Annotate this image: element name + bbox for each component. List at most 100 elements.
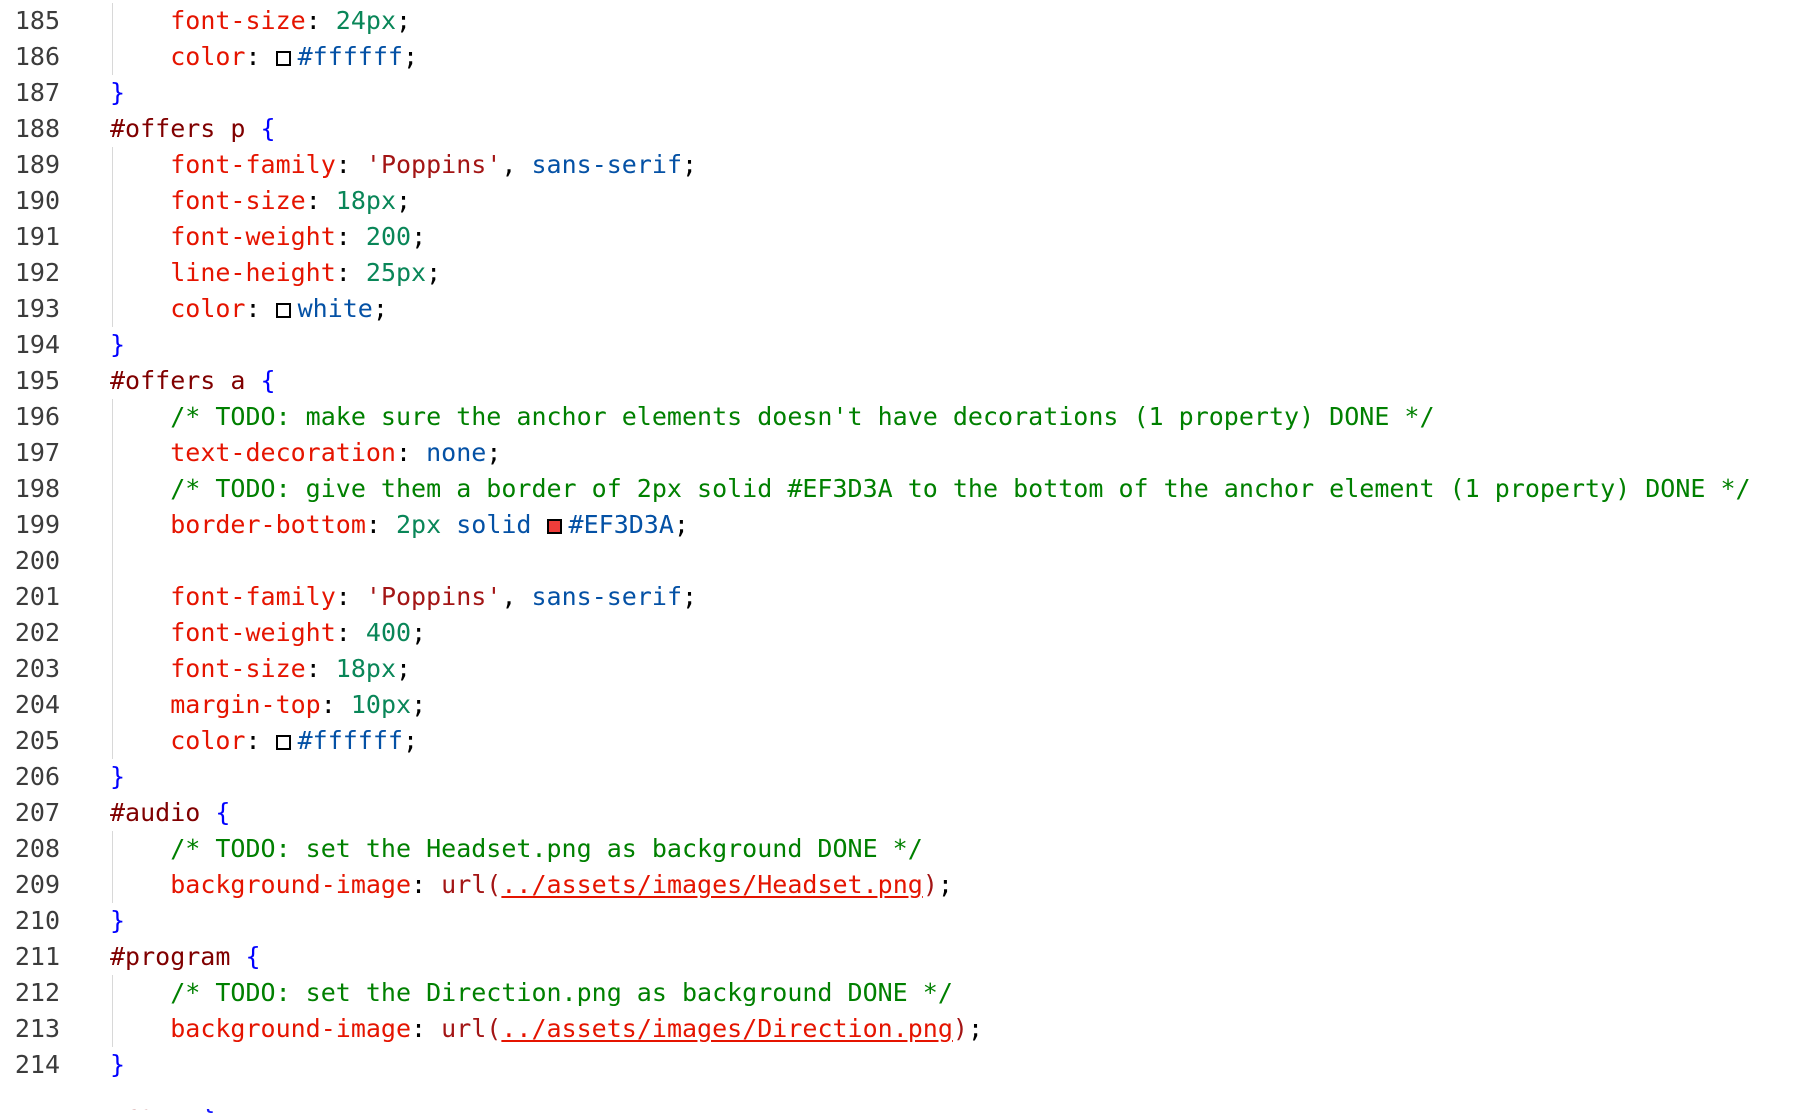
punctuation: : <box>305 186 336 215</box>
line-number: 190 <box>14 186 60 215</box>
code-text: } <box>110 903 125 939</box>
brace: { <box>260 366 276 395</box>
number-value: 400 <box>365 618 412 647</box>
brace: } <box>110 330 126 359</box>
code-line[interactable]: 189 font-family: 'Poppins', sans-serif; <box>0 147 1796 183</box>
css-property: text-decoration <box>170 438 396 467</box>
code-line[interactable]: 214} <box>0 1047 1796 1083</box>
brace: { <box>215 798 231 827</box>
code-text: background-image: url(../assets/images/D… <box>110 1011 983 1047</box>
code-line[interactable]: 198 /* TODO: give them a border of 2px s… <box>0 471 1796 507</box>
code-text: font-weight: 200; <box>110 219 426 255</box>
code-line[interactable]: 191 font-weight: 200; <box>0 219 1796 255</box>
punctuation: ; <box>682 150 698 179</box>
brace: } <box>110 78 126 107</box>
code-text: font-weight: 400; <box>110 615 426 651</box>
code-line[interactable]: 192 line-height: 25px; <box>0 255 1796 291</box>
url-function: ) <box>922 870 938 899</box>
line-number: 204 <box>14 690 60 719</box>
code-line[interactable]: 208 /* TODO: set the Headset.png as back… <box>0 831 1796 867</box>
css-selector: #offers p <box>110 114 261 143</box>
code-line[interactable]: 212 /* TODO: set the Direction.png as ba… <box>0 975 1796 1011</box>
url-function: ) <box>952 1014 968 1043</box>
code-line[interactable]: 187} <box>0 75 1796 111</box>
code-text <box>110 543 170 579</box>
line-number: 200 <box>14 546 60 575</box>
code-line[interactable]: 188 #offers p { <box>0 111 1796 147</box>
code-line[interactable]: 199 border-bottom: 2px solid #EF3D3A; <box>0 507 1796 543</box>
code-line[interactable]: 204 margin-top: 10px; <box>0 687 1796 723</box>
code-line[interactable]: 190 font-size: 18px; <box>0 183 1796 219</box>
keyword-value: none <box>426 438 487 467</box>
punctuation: : <box>396 438 427 467</box>
line-number: 203 <box>14 654 60 683</box>
code-line[interactable]: 197 text-decoration: none; <box>0 435 1796 471</box>
comment: /* TODO: set the Headset.png as backgrou… <box>170 834 923 863</box>
line-number: 187 <box>14 78 60 107</box>
string-value: 'Poppins' <box>365 150 502 179</box>
code-line[interactable]: 194} <box>0 327 1796 363</box>
code-text: margin-top: 10px; <box>110 687 426 723</box>
code-line[interactable]: 211 #program { <box>0 939 1796 975</box>
line-number: 185 <box>14 6 60 35</box>
url-link[interactable]: ../assets/images/Direction.png <box>501 1014 953 1043</box>
code-line[interactable]: 196 /* TODO: make sure the anchor elemen… <box>0 399 1796 435</box>
line-number: 205 <box>14 726 60 755</box>
code-line[interactable]: 207 #audio { <box>0 795 1796 831</box>
punctuation: : <box>335 582 366 611</box>
color-swatch-icon[interactable] <box>275 735 291 750</box>
code-line[interactable]: 210} <box>0 903 1796 939</box>
code-line[interactable]: 203 font-size: 18px; <box>0 651 1796 687</box>
code-text: #audio { <box>110 795 230 831</box>
css-property: border-bottom <box>170 510 366 539</box>
color-swatch-icon[interactable] <box>275 303 291 318</box>
color-swatch-icon[interactable] <box>275 51 291 66</box>
url-function: url( <box>441 1014 502 1043</box>
code-text: /* TODO: set the Headset.png as backgrou… <box>110 831 923 867</box>
code-line[interactable]: 205 color: #ffffff; <box>0 723 1796 759</box>
code-editor[interactable]: 185 font-size: 24px; 186 color: #ffffff; 1… <box>0 3 1796 1115</box>
code-line[interactable]: #cart { <box>0 1086 1796 1119</box>
code-line[interactable]: 195 #offers a { <box>0 363 1796 399</box>
punctuation: : <box>411 870 442 899</box>
code-line[interactable]: 209 background-image: url(../assets/imag… <box>0 867 1796 903</box>
brace: { <box>200 1086 216 1115</box>
punctuation: ; <box>372 294 388 323</box>
punctuation: ; <box>411 690 427 719</box>
keyword-value: white <box>297 294 373 323</box>
line-number: 199 <box>14 510 60 539</box>
line-number: 194 <box>14 330 60 359</box>
color-swatch-icon[interactable] <box>546 519 562 534</box>
code-line[interactable]: 193 color: white; <box>0 291 1796 327</box>
line-number: 196 <box>14 402 60 431</box>
css-property: background-image <box>170 870 412 899</box>
line-number: 208 <box>14 834 60 863</box>
code-line[interactable]: 206} <box>0 759 1796 795</box>
code-text: color: white; <box>110 291 388 327</box>
code-line[interactable]: 213 background-image: url(../assets/imag… <box>0 1011 1796 1047</box>
keyword-value: sans-serif <box>531 150 682 179</box>
number-value: 18px <box>335 186 397 215</box>
url-link[interactable]: ../assets/images/Headset.png <box>501 870 922 899</box>
punctuation: , <box>501 582 532 611</box>
code-line[interactable]: 200 <box>0 543 1796 579</box>
code-line[interactable]: 185 font-size: 24px; <box>0 3 1796 39</box>
code-line[interactable]: 186 color: #ffffff; <box>0 39 1796 75</box>
punctuation: ; <box>402 726 419 755</box>
keyword-value: #ffffff <box>297 42 403 71</box>
punctuation: ; <box>682 582 698 611</box>
code-line[interactable]: 202 font-weight: 400; <box>0 615 1796 651</box>
code-line[interactable]: 201 font-family: 'Poppins', sans-serif; <box>0 579 1796 615</box>
brace: { <box>260 114 276 143</box>
punctuation: : <box>245 726 276 755</box>
punctuation: : <box>335 150 366 179</box>
keyword-value: solid <box>456 510 532 539</box>
